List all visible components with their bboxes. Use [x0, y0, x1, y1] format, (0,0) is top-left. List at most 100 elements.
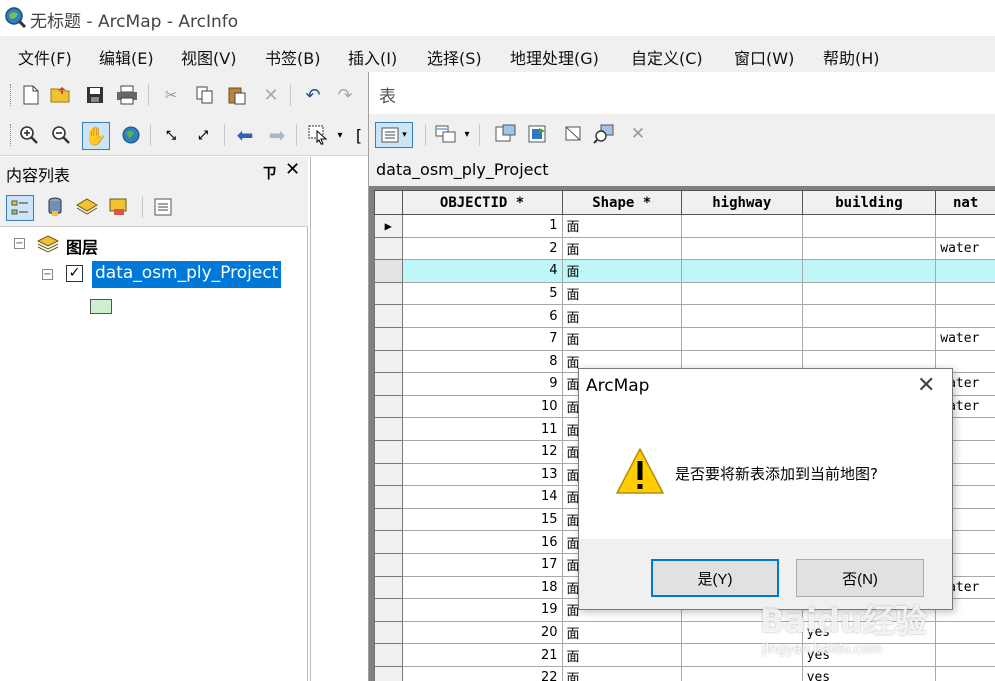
cell-objectid[interactable]: 1	[401, 214, 563, 238]
cell-highway[interactable]	[680, 665, 803, 681]
row-selector[interactable]	[374, 326, 403, 351]
select-features-icon[interactable]	[308, 124, 330, 146]
cell-natural[interactable]	[935, 665, 995, 681]
cell-objectid[interactable]: 15	[401, 507, 563, 532]
close-icon[interactable]: ✕	[285, 159, 300, 180]
menu-selection[interactable]: 选择(S)	[427, 45, 482, 69]
cell-highway[interactable]	[680, 304, 803, 328]
row-selector[interactable]	[374, 485, 403, 509]
cell-natural[interactable]: water	[935, 326, 995, 351]
row-selector[interactable]	[374, 575, 403, 600]
select-by-attributes-icon[interactable]	[495, 123, 517, 145]
row-selector[interactable]	[374, 552, 403, 577]
pin-icon[interactable]: ㄗ	[262, 162, 277, 183]
cell-building[interactable]	[801, 214, 937, 238]
cell-shape[interactable]: 面	[561, 620, 682, 645]
zoom-to-selected-icon[interactable]	[593, 123, 615, 145]
layer-visibility-checkbox[interactable]: ✓	[66, 265, 83, 282]
cut-icon[interactable]: ✂	[160, 84, 182, 106]
cell-natural[interactable]	[935, 620, 995, 645]
zoom-out-icon[interactable]	[50, 124, 72, 146]
list-by-drawing-order-icon[interactable]	[6, 195, 34, 221]
table-options-icon[interactable]: ▾	[375, 122, 413, 148]
cell-building[interactable]	[801, 281, 937, 306]
cell-shape[interactable]: 面	[561, 281, 682, 306]
cell-objectid[interactable]: 13	[401, 462, 563, 487]
cell-natural[interactable]	[935, 304, 995, 328]
menu-window[interactable]: 窗口(W)	[734, 45, 794, 69]
menu-customize[interactable]: 自定义(C)	[631, 45, 703, 69]
delete-icon[interactable]: ✕	[260, 84, 282, 106]
cell-objectid[interactable]: 7	[401, 326, 563, 351]
row-selector[interactable]	[374, 281, 403, 306]
cell-shape[interactable]: 面	[561, 643, 682, 667]
cell-objectid[interactable]: 8	[401, 349, 563, 374]
row-selector[interactable]	[374, 394, 403, 419]
column-header-building[interactable]: building	[801, 190, 937, 215]
row-selector[interactable]	[374, 462, 403, 487]
row-selector[interactable]: ▶	[374, 214, 403, 238]
row-selector[interactable]	[374, 439, 403, 464]
table-row[interactable]: 7 面 water	[374, 326, 995, 351]
table-row[interactable]: 4面	[374, 259, 995, 283]
cell-objectid[interactable]: 2	[401, 236, 563, 261]
new-document-icon[interactable]	[20, 84, 42, 106]
row-selector[interactable]	[374, 507, 403, 532]
cell-building[interactable]	[801, 304, 937, 328]
column-header-natural[interactable]: nat	[935, 190, 995, 215]
menu-edit[interactable]: 编辑(E)	[99, 45, 154, 69]
menu-geoprocessing[interactable]: 地理处理(G)	[510, 45, 599, 69]
cell-objectid[interactable]: 6	[401, 304, 563, 328]
row-selector[interactable]	[374, 598, 403, 622]
copy-icon[interactable]	[194, 84, 216, 106]
cell-highway[interactable]	[680, 236, 803, 261]
cell-objectid[interactable]: 12	[401, 439, 563, 464]
save-icon[interactable]	[84, 84, 106, 106]
cell-objectid[interactable]: 22	[401, 665, 563, 681]
menu-file[interactable]: 文件(F)	[18, 45, 72, 69]
open-folder-icon[interactable]	[50, 84, 72, 106]
cell-building[interactable]: yes	[801, 665, 937, 681]
row-selector[interactable]	[374, 530, 403, 554]
cell-shape[interactable]: 面	[561, 326, 682, 351]
row-selector[interactable]	[374, 304, 403, 328]
related-tables-icon[interactable]	[435, 123, 457, 145]
table-row[interactable]: 5面	[374, 281, 995, 306]
column-header-shape[interactable]: Shape *	[561, 190, 682, 215]
cell-objectid[interactable]: 17	[401, 552, 563, 577]
list-by-selection-icon[interactable]	[108, 196, 130, 218]
table-row[interactable]: 21 面 yes	[374, 643, 995, 667]
cell-natural[interactable]	[935, 643, 995, 667]
fixed-zoom-in-icon[interactable]: ⤡	[160, 124, 182, 146]
select-dropdown-chevron-icon[interactable]: ▾	[334, 124, 346, 146]
cell-highway[interactable]	[680, 326, 803, 351]
cell-objectid[interactable]: 11	[401, 417, 563, 441]
redo-icon[interactable]: ↷	[334, 84, 356, 106]
cell-natural[interactable]	[935, 214, 995, 238]
zoom-in-icon[interactable]	[18, 124, 40, 146]
column-header-highway[interactable]: highway	[680, 190, 803, 215]
clear-selection-icon[interactable]: [	[352, 124, 366, 146]
layer-symbol-swatch[interactable]	[90, 299, 112, 314]
cell-highway[interactable]	[680, 214, 803, 238]
clear-selection-icon[interactable]	[563, 123, 585, 145]
row-selector[interactable]	[374, 417, 403, 441]
cell-shape[interactable]: 面	[561, 304, 682, 328]
collapse-toggle-icon[interactable]: −	[14, 238, 25, 249]
menu-insert[interactable]: 插入(I)	[348, 45, 397, 69]
menu-help[interactable]: 帮助(H)	[823, 45, 880, 69]
cell-objectid[interactable]: 9	[401, 372, 563, 396]
cell-objectid[interactable]: 10	[401, 394, 563, 419]
yes-button[interactable]: 是(Y)	[651, 559, 779, 597]
table-row[interactable]: 22 面 yes	[374, 665, 995, 681]
toolbar-grip[interactable]	[10, 84, 12, 106]
row-selector[interactable]	[374, 643, 403, 667]
cell-shape[interactable]: 面	[561, 236, 682, 261]
layer-name[interactable]: data_osm_ply_Project	[92, 261, 282, 288]
cell-shape[interactable]: 面	[561, 665, 682, 681]
cell-shape[interactable]: 面	[561, 259, 682, 283]
cell-natural[interactable]: water	[935, 236, 995, 261]
options-icon[interactable]	[152, 196, 174, 218]
related-tables-chevron-icon[interactable]: ▾	[461, 123, 473, 145]
menu-bookmarks[interactable]: 书签(B)	[265, 45, 320, 69]
